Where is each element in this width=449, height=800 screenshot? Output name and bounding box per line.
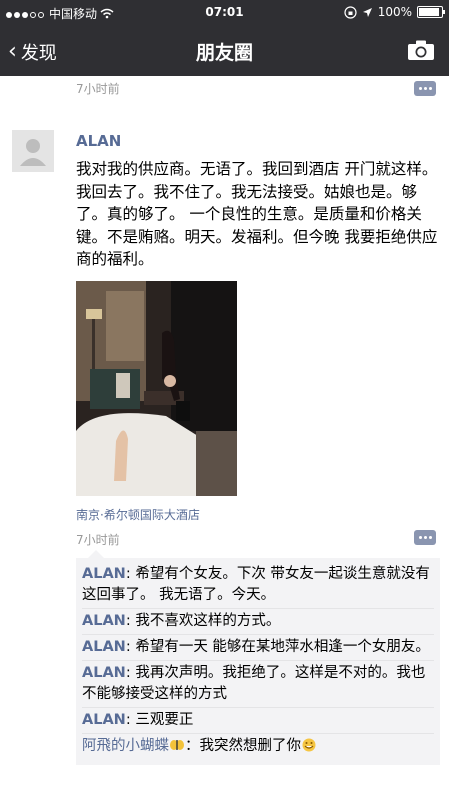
butterfly-emoji-icon: [170, 740, 184, 750]
battery-percent: 100%: [377, 5, 412, 19]
previous-post-time: 7小时前: [76, 82, 120, 96]
comment-author[interactable]: ALAN: [82, 639, 126, 655]
comment-separator: :: [125, 712, 136, 728]
status-right: 100%: [344, 5, 445, 19]
comment-author[interactable]: ALAN: [82, 712, 126, 728]
comment-author[interactable]: 阿飛的小蝴蝶: [82, 738, 169, 754]
comment-separator: ：: [185, 738, 200, 754]
comment-text: 我突然想删了你: [199, 738, 302, 754]
post-divider: [0, 106, 449, 124]
comment-text: 我不喜欢这样的方式。: [135, 613, 281, 629]
camera-icon[interactable]: [407, 39, 435, 61]
post-author[interactable]: ALAN: [76, 132, 121, 150]
comment-author[interactable]: ALAN: [82, 566, 126, 582]
battery-icon: [417, 6, 445, 18]
lock-rotation-icon: [344, 5, 357, 19]
previous-post: 7小时前: [0, 76, 449, 107]
comment-text: 希望有个女友。下次 带女友一起谈生意就没有这回事了。 我无语了。今天。: [82, 566, 430, 603]
comment-separator: :: [125, 665, 136, 681]
comment-author[interactable]: ALAN: [82, 665, 126, 681]
comment-item[interactable]: ALAN: 我不喜欢这样的方式。: [82, 608, 434, 634]
comment-item[interactable]: ALAN: 三观要正: [82, 707, 434, 733]
comment-text: 希望有一天 能够在某地萍水相逢一个女朋友。: [135, 639, 430, 655]
comment-text: 三观要正: [135, 712, 194, 728]
default-avatar-icon: [12, 130, 54, 172]
comment-item[interactable]: ALAN: 希望有一天 能够在某地萍水相逢一个女朋友。: [82, 634, 434, 660]
comment-item[interactable]: 阿飛的小蝴蝶 ：我突然想删了你: [82, 733, 434, 759]
comment-author[interactable]: ALAN: [82, 613, 126, 629]
location-arrow-icon: [362, 7, 372, 17]
comment-list: ALAN: 希望有个女友。下次 带女友一起谈生意就没有这回事了。 我无语了。今天…: [76, 550, 440, 765]
post-time: 7小时前: [76, 533, 120, 547]
status-bar: 中国移动 07:01 100%: [0, 0, 449, 26]
comment-separator: :: [125, 613, 136, 629]
post-location[interactable]: 南京·希尔顿国际大酒店: [76, 506, 200, 523]
page-title: 朋友圈: [195, 42, 253, 64]
laugh-emoji-icon: [302, 738, 316, 752]
comment-separator: :: [125, 566, 136, 582]
comment-icon[interactable]: [414, 530, 436, 545]
comment-icon[interactable]: [414, 81, 436, 96]
comment-separator: :: [125, 639, 136, 655]
post-text: 我对我的供应商。无语了。我回到酒店 开门就这样。我回去了。我不住了。我无法接受。…: [76, 160, 438, 268]
comment-item[interactable]: ALAN: 希望有个女友。下次 带女友一起谈生意就没有这回事了。 我无语了。今天…: [82, 562, 434, 608]
comment-item[interactable]: ALAN: 我再次声明。我拒绝了。这样是不对的。我也不能够接受这样的方式: [82, 660, 434, 707]
post-photo[interactable]: [76, 281, 237, 496]
avatar[interactable]: [12, 130, 54, 172]
nav-bar: ‹ 发现 朋友圈: [0, 26, 449, 76]
